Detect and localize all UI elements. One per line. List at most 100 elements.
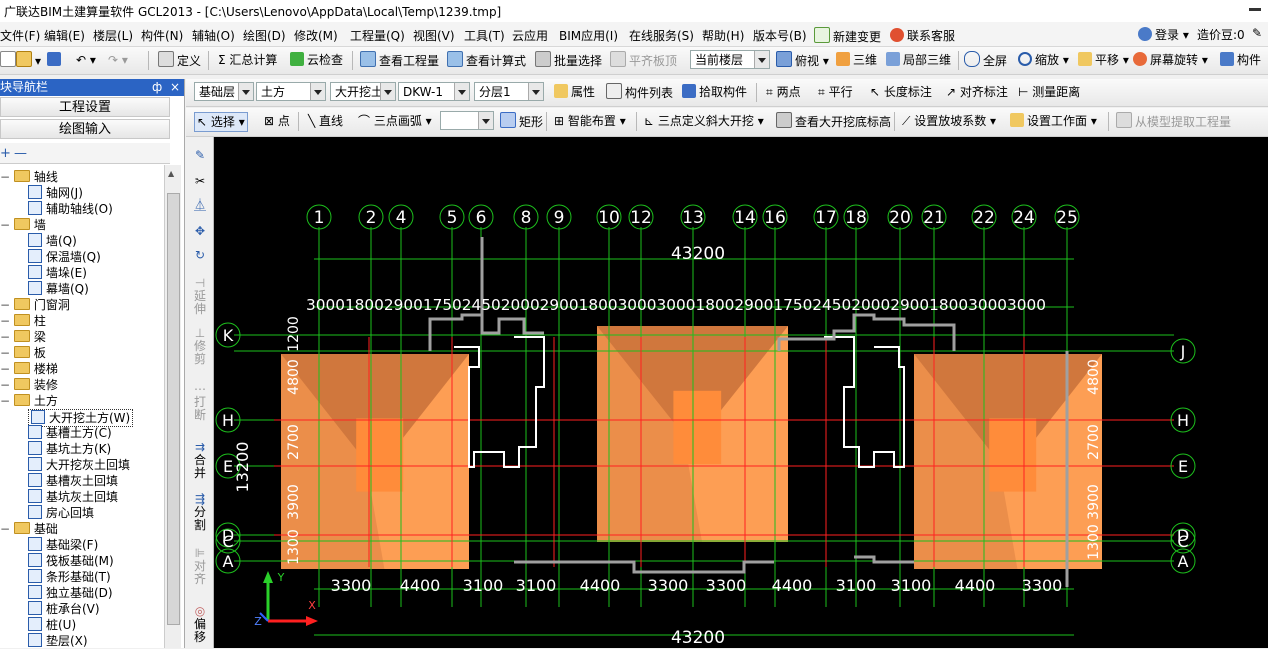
tree-item[interactable]: 基槽灰土回填 (28, 473, 118, 489)
nav-scrollbar[interactable]: ▲ (164, 165, 181, 648)
align-mark-button[interactable]: ↗ 对齐标注 (946, 83, 1008, 101)
tree-folder[interactable]: − 装修 (0, 377, 58, 393)
component-button[interactable]: 构件 (1220, 51, 1261, 69)
drawing-canvas[interactable]: 1 2 4 5 6 8 9 10 12 13 14 16 17 18 20 21 22 24 25 K H E D C A J H E… (214, 137, 1268, 648)
menu-file[interactable]: 文件(F) (0, 27, 40, 44)
tree-item[interactable]: 辅助轴线(O) (28, 201, 113, 217)
pencil-icon[interactable]: ✎ (1252, 26, 1262, 40)
tree-item[interactable]: 大开挖灰土回填 (28, 457, 130, 473)
extract-button[interactable]: 从模型提取工程量 (1116, 112, 1231, 130)
layer-select[interactable]: 基础层 (194, 82, 254, 101)
properties-button[interactable]: 属性 (554, 83, 595, 101)
tree-item[interactable]: 幕墙(Q) (28, 281, 89, 297)
project-settings-button[interactable]: 工程设置 (0, 97, 170, 117)
top-view-button[interactable]: 俯视 ▾ (776, 51, 829, 69)
trim-button[interactable]: ⊥ 修剪 (192, 327, 208, 366)
tree-folder[interactable]: − 轴线 (0, 169, 58, 185)
floor-select[interactable]: 当前楼层 (690, 50, 770, 69)
code-select[interactable]: DKW-1 (398, 82, 470, 101)
expand-icon[interactable]: + (0, 146, 11, 161)
menu-edit[interactable]: 编辑(E) (44, 27, 85, 44)
align-button[interactable]: ⊫ 对齐 (192, 547, 208, 586)
menu-draw[interactable]: 绘图(D) (243, 27, 286, 44)
tree-item[interactable]: 墙(Q) (28, 233, 77, 249)
tree-item[interactable]: 桩(U) (28, 617, 76, 633)
set-slope-button[interactable]: ⟋ 设置放坡系数 ▾ (902, 112, 996, 130)
arc-button[interactable]: ⌒ 三点画弧 ▾ (358, 112, 432, 130)
view-formula-button[interactable]: 查看计算式 (447, 51, 526, 69)
tree-item[interactable]: 筏板基础(M) (28, 553, 114, 569)
menu-version[interactable]: 版本号(B) (753, 27, 807, 44)
pin-icon[interactable]: ф (152, 79, 162, 96)
menu-component[interactable]: 构件(N) (141, 27, 183, 44)
open-folder-icon[interactable]: ▾ (16, 51, 41, 69)
tree-toggle-icon[interactable]: − (0, 330, 14, 344)
tree-item[interactable]: 基坑灰土回填 (28, 489, 118, 505)
component-list-button[interactable]: 构件列表 (606, 83, 673, 101)
rect-button[interactable]: 矩形 (500, 112, 543, 130)
tree-toggle-icon[interactable]: − (0, 298, 14, 312)
tree-item[interactable]: 基槽土方(C) (28, 425, 112, 441)
sublayer-select[interactable]: 分层1 (474, 82, 544, 101)
arc-option-select[interactable] (440, 111, 494, 130)
tree-item[interactable]: 桩承台(V) (28, 601, 100, 617)
merge-button[interactable]: ⇉ 合并 (192, 441, 208, 480)
type-select[interactable]: 大开挖土 (330, 82, 396, 101)
tree-toggle-icon[interactable]: − (0, 362, 14, 376)
tree-folder[interactable]: − 墙 (0, 217, 46, 233)
menu-view[interactable]: 视图(V) (413, 27, 455, 44)
menu-aux-axis[interactable]: 辅轴(O) (192, 27, 235, 44)
sum-calc-button[interactable]: Σ 汇总计算 (218, 51, 277, 69)
parallel-button[interactable]: ⌗ 平行 (818, 83, 853, 101)
view-bottom-button[interactable]: 查看大开挖底标高 (776, 112, 891, 130)
two-points-button[interactable]: ⌗ 两点 (766, 83, 801, 101)
smart-layout-button[interactable]: ⊞ 智能布置 ▾ (554, 112, 626, 130)
redo-icon[interactable]: ↷ ▾ (108, 51, 128, 69)
tree-item[interactable]: 垫层(X) (28, 633, 88, 649)
tree-item[interactable]: 墙垛(E) (28, 265, 87, 281)
tree-toggle-icon[interactable]: − (0, 378, 14, 392)
tree-item[interactable]: 保温墙(Q) (28, 249, 101, 265)
split-button[interactable]: ⇶ 分割 (192, 493, 208, 532)
tree-item[interactable]: 基坑土方(K) (28, 441, 111, 457)
login-button[interactable]: 登录 ▾ (1138, 26, 1189, 43)
length-mark-button[interactable]: ↖ 长度标注 (870, 83, 932, 101)
break-button[interactable]: ⋯ 打断 (192, 383, 208, 422)
menu-floor[interactable]: 楼层(L) (93, 27, 133, 44)
rotate-button[interactable]: 屏幕旋转 ▾ (1133, 51, 1208, 69)
tree-toggle-icon[interactable]: − (0, 346, 14, 360)
zoom-button[interactable]: 缩放 ▾ (1018, 51, 1069, 69)
full-screen-button[interactable]: 全屏 (964, 51, 1007, 69)
scissors-icon[interactable]: ✂ (192, 175, 208, 188)
minimize-button[interactable] (1242, 0, 1268, 14)
local-3d-button[interactable]: 局部三维 (886, 51, 951, 69)
tree-folder[interactable]: − 梁 (0, 329, 46, 345)
tree-folder[interactable]: − 土方 (0, 393, 58, 409)
undo-icon[interactable]: ↶ ▾ (76, 51, 96, 69)
extend-button[interactable]: ⊣ 延伸 (192, 277, 208, 316)
tree-toggle-icon[interactable]: − (0, 522, 14, 536)
three-d-button[interactable]: 三维 (836, 51, 877, 69)
menu-quantity[interactable]: 工程量(Q) (350, 27, 405, 44)
set-face-button[interactable]: 设置工作面 ▾ (1010, 112, 1097, 130)
select-button[interactable]: ↖ 选择 ▾ (194, 112, 248, 132)
brush-icon[interactable]: ✎ (192, 149, 208, 162)
mirror-icon[interactable]: ⏅ (192, 199, 208, 212)
contact-button[interactable]: 联系客服 (890, 27, 955, 44)
drawing-input-button[interactable]: 绘图输入 (0, 119, 170, 139)
tree-item[interactable]: 轴网(J) (28, 185, 83, 201)
menu-cloud[interactable]: 云应用 (512, 27, 548, 44)
menu-help[interactable]: 帮助(H) (702, 27, 744, 44)
tree-folder[interactable]: − 楼梯 (0, 361, 58, 377)
tree-folder[interactable]: − 板 (0, 345, 46, 361)
collapse-icon[interactable]: — (14, 146, 27, 161)
new-change-button[interactable]: 新建变更 (814, 27, 881, 45)
tree-toggle-icon[interactable]: − (0, 170, 14, 184)
point-button[interactable]: ⊠ 点 (264, 112, 290, 130)
tree-item[interactable]: 独立基础(D) (28, 585, 113, 601)
close-icon[interactable]: × (170, 79, 180, 96)
level-plate-button[interactable]: 平齐板顶 (610, 51, 677, 69)
tree-toggle-icon[interactable]: − (0, 314, 14, 328)
view-quantity-button[interactable]: 查看工程量 (360, 51, 439, 69)
line-button[interactable]: ╲ 直线 (308, 112, 343, 130)
